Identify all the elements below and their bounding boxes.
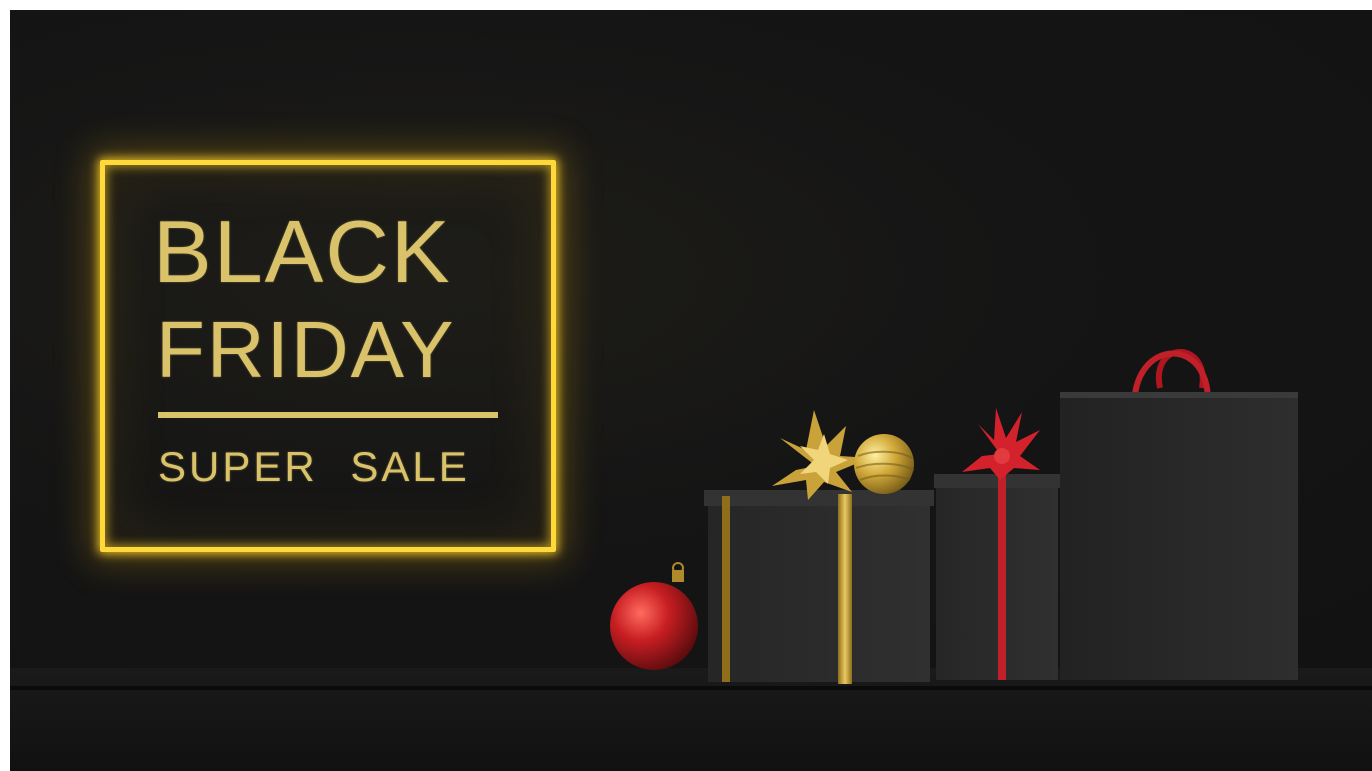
gold-bow: [772, 410, 870, 500]
black-friday-banner-image: BLACK FRIDAY SUPER SALE: [10, 10, 1372, 771]
red-bow: [962, 408, 1040, 480]
gift-box-red-bow: [934, 408, 1060, 680]
red-ornament: [610, 562, 698, 670]
gift-box-gold-bow: [704, 410, 934, 684]
gold-box-body: [708, 496, 930, 682]
gold-ribbon-vertical: [838, 494, 852, 684]
gifts-illustration: [610, 349, 1298, 684]
red-box-body: [936, 478, 1058, 680]
bag-top-edge: [1060, 392, 1298, 398]
bag-body: [1060, 392, 1298, 680]
red-ribbon: [998, 474, 1006, 680]
gold-ribbon-side: [722, 496, 730, 682]
gold-box-lid: [704, 490, 934, 506]
shopping-bag: [1060, 349, 1298, 680]
